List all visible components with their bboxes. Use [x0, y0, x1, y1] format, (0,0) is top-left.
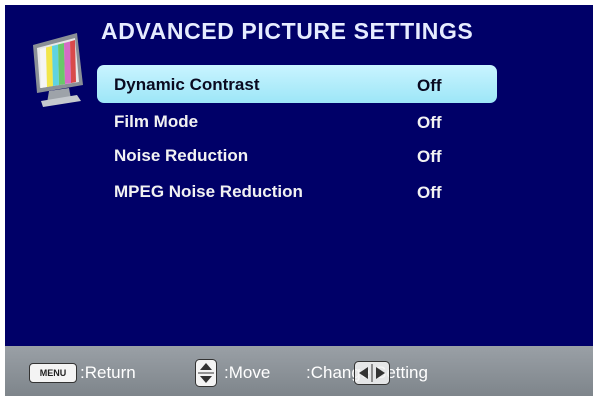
menu-item-value: Off [417, 76, 442, 95]
menu-item-label: Noise Reduction [114, 146, 249, 165]
menu-item-value: Off [417, 113, 442, 132]
menu-item-value: Off [417, 147, 442, 166]
tv-monitor-icon [33, 33, 83, 107]
settings-menu: Dynamic Contrast Off Film Mode Off Noise… [97, 65, 497, 211]
return-hint: :Return [80, 363, 136, 382]
menu-item-dynamic-contrast[interactable]: Dynamic Contrast Off [97, 65, 497, 103]
menu-item-value: Off [417, 183, 442, 202]
menu-key-icon: MENU [29, 363, 77, 383]
menu-item-film-mode[interactable]: Film Mode Off [97, 103, 497, 137]
menu-item-label: MPEG Noise Reduction [114, 182, 303, 201]
menu-item-noise-reduction[interactable]: Noise Reduction Off [97, 137, 497, 173]
page-title: ADVANCED PICTURE SETTINGS [101, 18, 474, 44]
menu-item-label: Dynamic Contrast [114, 75, 260, 94]
menu-item-mpeg-noise-reduction[interactable]: MPEG Noise Reduction Off [97, 173, 497, 211]
move-hint: :Move [224, 363, 271, 382]
footer-help-bar: MENU :Return :Move :Change Setting [5, 346, 593, 396]
osd-window: ADVANCED PICTURE SETTINGS Dynamic Contra… [5, 5, 593, 396]
menu-item-label: Film Mode [114, 112, 199, 131]
leftright-key-icon [354, 361, 390, 385]
updown-key-icon [195, 359, 217, 387]
